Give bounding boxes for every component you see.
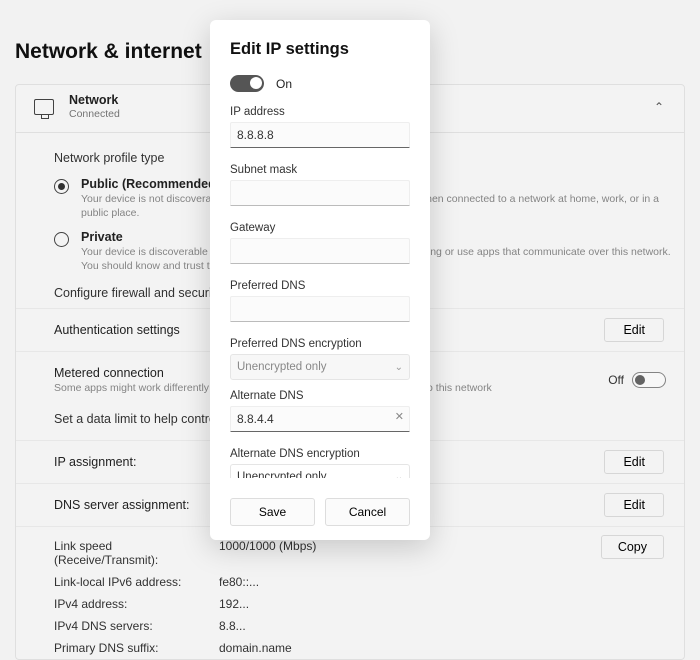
- chevron-down-icon: ⌄: [395, 472, 403, 479]
- copy-button[interactable]: Copy: [601, 535, 664, 559]
- prop-label: IPv4 DNS servers:: [54, 619, 219, 633]
- dns-assign-label: DNS server assignment:: [54, 498, 219, 512]
- edit-button[interactable]: Edit: [604, 493, 664, 517]
- prop-value: domain.name: [219, 641, 292, 655]
- gateway-input[interactable]: [230, 238, 410, 264]
- manual-toggle[interactable]: On: [230, 75, 410, 92]
- save-button[interactable]: Save: [230, 498, 315, 526]
- preferred-dns-encryption-label: Preferred DNS encryption: [230, 338, 410, 350]
- ip-address-label: IP address: [230, 106, 410, 118]
- chevron-down-icon: ⌄: [395, 362, 403, 373]
- edit-button[interactable]: Edit: [604, 318, 664, 342]
- toggle-on-icon: [230, 75, 264, 92]
- subnet-mask-input[interactable]: [230, 180, 410, 206]
- prop-row: IPv4 address: 192...: [16, 593, 684, 615]
- ip-address-input[interactable]: [230, 122, 410, 148]
- prop-label: Link speed (Receive/Transmit):: [54, 539, 219, 567]
- gateway-label: Gateway: [230, 222, 410, 234]
- dialog-title: Edit IP settings: [230, 40, 410, 59]
- alternate-dns-input[interactable]: [230, 406, 410, 432]
- edit-button[interactable]: Edit: [604, 450, 664, 474]
- prop-label: IPv4 address:: [54, 597, 219, 611]
- preferred-dns-label: Preferred DNS: [230, 280, 410, 292]
- prop-row: Primary DNS suffix: domain.name: [16, 637, 684, 659]
- select-value: Unencrypted only: [237, 361, 327, 373]
- cancel-button[interactable]: Cancel: [325, 498, 410, 526]
- preferred-dns-input[interactable]: [230, 296, 410, 322]
- metered-toggle[interactable]: Off: [608, 372, 666, 388]
- chevron-up-icon: ⌃: [654, 100, 664, 114]
- ip-assign-label: IP assignment:: [54, 455, 219, 469]
- preferred-dns-encryption-select[interactable]: Unencrypted only ⌄: [230, 354, 410, 380]
- prop-label: Primary DNS suffix:: [54, 641, 219, 655]
- toggle-pill-icon: [632, 372, 666, 388]
- network-name: Network: [69, 93, 120, 107]
- select-value: Unencrypted only: [237, 471, 327, 478]
- prop-value: 8.8...: [219, 619, 246, 633]
- clear-icon[interactable]: ✕: [395, 410, 404, 423]
- alternate-dns-encryption-label: Alternate DNS encryption: [230, 448, 410, 460]
- monitor-icon: [34, 99, 54, 115]
- alternate-dns-label: Alternate DNS: [230, 390, 410, 402]
- edit-ip-dialog: Edit IP settings On IP address Subnet ma…: [210, 20, 430, 540]
- prop-row: IPv4 DNS servers: 8.8...: [16, 615, 684, 637]
- toggle-on-label: On: [276, 77, 292, 91]
- prop-label: Link-local IPv6 address:: [54, 575, 219, 589]
- prop-value: fe80::...: [219, 575, 259, 589]
- radio-icon: [54, 179, 69, 194]
- prop-row: Link-local IPv6 address: fe80::...: [16, 571, 684, 593]
- subnet-mask-label: Subnet mask: [230, 164, 410, 176]
- prop-value: 1000/1000 (Mbps): [219, 539, 316, 567]
- breadcrumb-title: Network & internet: [15, 40, 202, 64]
- prop-value: 192...: [219, 597, 249, 611]
- network-status: Connected: [69, 108, 120, 120]
- auth-label: Authentication settings: [54, 323, 219, 337]
- alternate-dns-encryption-select[interactable]: Unencrypted only ⌄: [230, 464, 410, 478]
- radio-icon: [54, 232, 69, 247]
- toggle-off-label: Off: [608, 373, 624, 387]
